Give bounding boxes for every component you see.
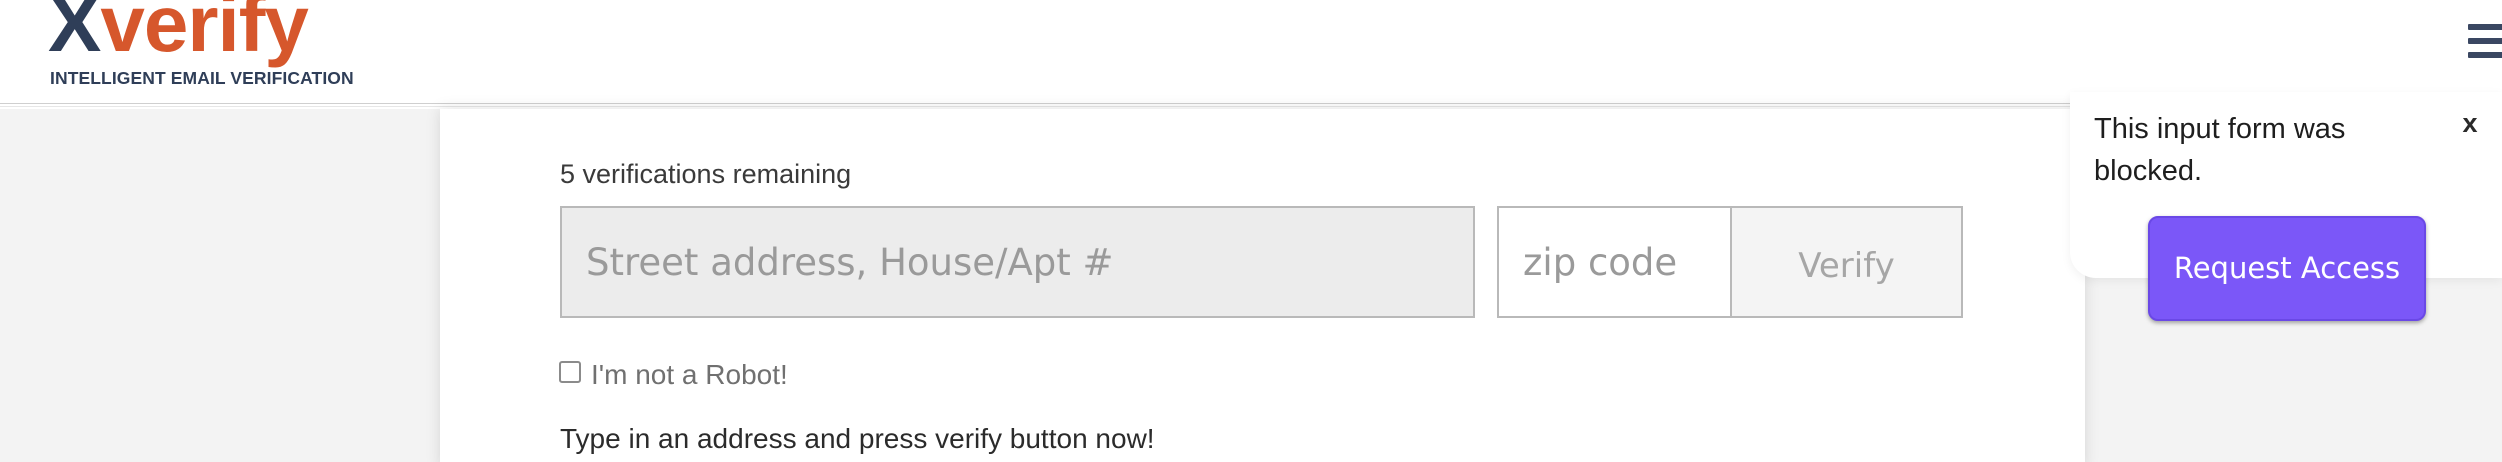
verifications-remaining: 5 verifications remaining <box>560 159 852 189</box>
robot-checkbox-label[interactable]: I'm not a Robot! <box>591 359 788 391</box>
site-header: Xverify INTELLIGENT EMAIL VERIFICATION <box>0 0 2502 107</box>
xverify-logo[interactable]: Xverify INTELLIGENT EMAIL VERIFICATION <box>48 0 388 96</box>
logo-verify-text: verify <box>100 0 308 68</box>
instructions-text: Type in an address and press verify butt… <box>560 423 1155 454</box>
robot-checkbox[interactable] <box>559 361 581 383</box>
logo-tagline: INTELLIGENT EMAIL VERIFICATION <box>50 68 354 88</box>
hamburger-bar-top <box>2468 24 2502 30</box>
robot-check-row: I'm not a Robot! <box>559 357 788 393</box>
page: Xverify INTELLIGENT EMAIL VERIFICATION 5… <box>0 0 2502 462</box>
logo-x-letter: X <box>48 0 101 68</box>
logo-wordmark: Xverify <box>48 0 309 64</box>
header-divider <box>0 103 2070 107</box>
hamburger-menu-icon[interactable] <box>2468 24 2502 58</box>
request-access-button[interactable]: Request Access <box>2148 216 2426 321</box>
street-address-input[interactable] <box>560 206 1475 318</box>
verify-button[interactable]: Verify <box>1730 206 1963 318</box>
blocked-message: This input form was blocked. <box>2094 113 2346 187</box>
close-icon[interactable]: x <box>2458 106 2482 140</box>
hamburger-bar-bottom <box>2468 52 2502 58</box>
hamburger-bar-middle <box>2468 38 2502 44</box>
zip-code-input[interactable] <box>1497 206 1731 318</box>
